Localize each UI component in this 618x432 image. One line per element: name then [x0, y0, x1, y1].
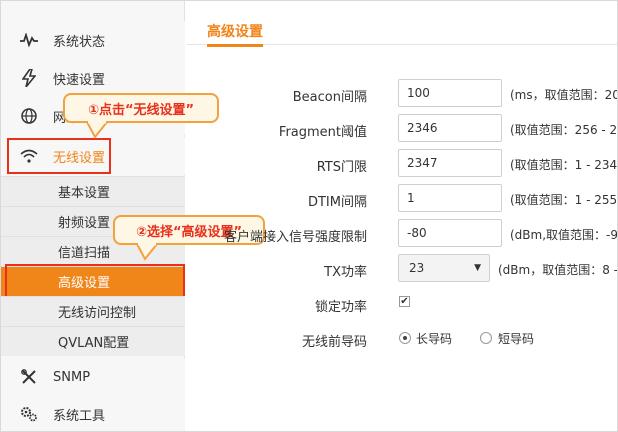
sidebar-item-snmp[interactable]: SNMP: [1, 358, 185, 396]
caret-down-icon: ▼: [474, 263, 481, 273]
sidebar-item-label: 系统状态: [53, 34, 106, 50]
sidebar-item-wireless-settings[interactable]: 无线设置: [1, 137, 185, 175]
fragment-threshold-input[interactable]: [398, 114, 502, 142]
sidebar-item-system-tools[interactable]: 系统工具: [1, 395, 185, 431]
form-hint: (ms，取值范围：20 - 999): [510, 88, 618, 102]
form-hint: (取值范围：256 - 2346): [510, 123, 618, 137]
tx-power-select[interactable]: 23 ▼: [398, 254, 490, 282]
title-bar: 高级设置: [187, 1, 617, 47]
signal-strength-limit-input[interactable]: [398, 219, 502, 247]
sidebar-subitem-access-control[interactable]: 无线访问控制: [1, 296, 185, 326]
form-row-dtim: DTIM间隔 (取值范围：1 - 255): [187, 184, 617, 214]
preamble-long-label: 长导码: [416, 332, 453, 346]
sidebar-subitem-label: 无线访问控制: [58, 306, 137, 321]
form-hint: (dBm,取值范围：-90 - -60): [510, 228, 618, 242]
form-hint: (取值范围：1 - 2347): [510, 158, 618, 172]
form-row-lock-power: 锁定功率 ✔: [187, 289, 617, 319]
lightning-icon: [19, 68, 39, 88]
sidebar-subitem-label: 基本设置: [58, 186, 111, 201]
sidebar-item-label: 无线设置: [53, 150, 106, 166]
sidebar-item-system-status[interactable]: 系统状态: [1, 21, 185, 59]
preamble-short-radio[interactable]: [480, 332, 492, 344]
rts-threshold-input[interactable]: [398, 149, 502, 177]
tools-icon: [19, 367, 39, 387]
tx-power-value: 23: [409, 261, 425, 275]
main-panel: 高级设置 Beacon间隔 (ms，取值范围：20 - 999) Fragmen…: [187, 1, 617, 431]
sidebar-item-label: SNMP: [53, 369, 91, 385]
form-hint: (取值范围：1 - 255): [510, 193, 618, 207]
callout-step1-text: ①点击“无线设置”: [87, 102, 195, 118]
form-label: 锁定功率: [314, 300, 367, 315]
wifi-icon: [19, 146, 39, 166]
sidebar-item-quick-setup[interactable]: 快速设置: [1, 59, 185, 97]
sidebar-subitem-qvlan[interactable]: QVLAN配置: [1, 326, 185, 356]
sidebar-item-label: 快速设置: [53, 72, 106, 88]
sidebar-subitem-label: 信道扫描: [58, 246, 111, 261]
sidebar-subitem-label: QVLAN配置: [58, 336, 130, 351]
sidebar-item-label: 系统工具: [53, 408, 106, 424]
form-label: DTIM间隔: [307, 195, 367, 210]
form-row-beacon: Beacon间隔 (ms，取值范围：20 - 999): [187, 79, 617, 109]
sidebar-subitem-basic[interactable]: 基本设置: [1, 176, 185, 206]
callout-step2-tail: [135, 243, 160, 261]
callout-step1-tail: [85, 121, 110, 139]
sidebar-subitem-advanced[interactable]: 高级设置: [1, 266, 185, 296]
form-hint: (dBm，取值范围：8 - 23): [498, 263, 618, 277]
form-label: Fragment阈值: [278, 125, 367, 140]
form-row-tx-power: TX功率 23 ▼ (dBm，取值范围：8 - 23): [187, 254, 617, 284]
form-row-preamble: 无线前导码 长导码 短导码: [187, 324, 617, 354]
gears-icon: [19, 404, 39, 424]
globe-icon: [19, 106, 39, 126]
form-label: TX功率: [324, 265, 367, 280]
form-label: 客户端接入信号强度限制: [223, 230, 367, 245]
sidebar-subitem-label: 高级设置: [58, 276, 111, 291]
form-label: RTS门限: [316, 160, 367, 175]
dtim-interval-input[interactable]: [398, 184, 502, 212]
preamble-short-label: 短导码: [498, 332, 535, 346]
lock-power-checkbox[interactable]: ✔: [399, 296, 410, 307]
app-window: 系统状态 快速设置 网络设置 无线设置 基本设置 射频设置: [0, 0, 618, 432]
preamble-long-radio[interactable]: [399, 332, 411, 344]
form-row-fragment: Fragment阈值 (取值范围：256 - 2346): [187, 114, 617, 144]
page-title: 高级设置: [207, 21, 263, 47]
form-label: 无线前导码: [301, 335, 367, 350]
form-row-rts: RTS门限 (取值范围：1 - 2347): [187, 149, 617, 179]
form-label: Beacon间隔: [292, 90, 367, 105]
beacon-interval-input[interactable]: [398, 79, 502, 107]
form-row-signal-limit: 客户端接入信号强度限制 (dBm,取值范围：-90 - -60): [187, 219, 617, 249]
sidebar-subitem-label: 射频设置: [58, 216, 111, 231]
pulse-icon: [19, 30, 39, 50]
